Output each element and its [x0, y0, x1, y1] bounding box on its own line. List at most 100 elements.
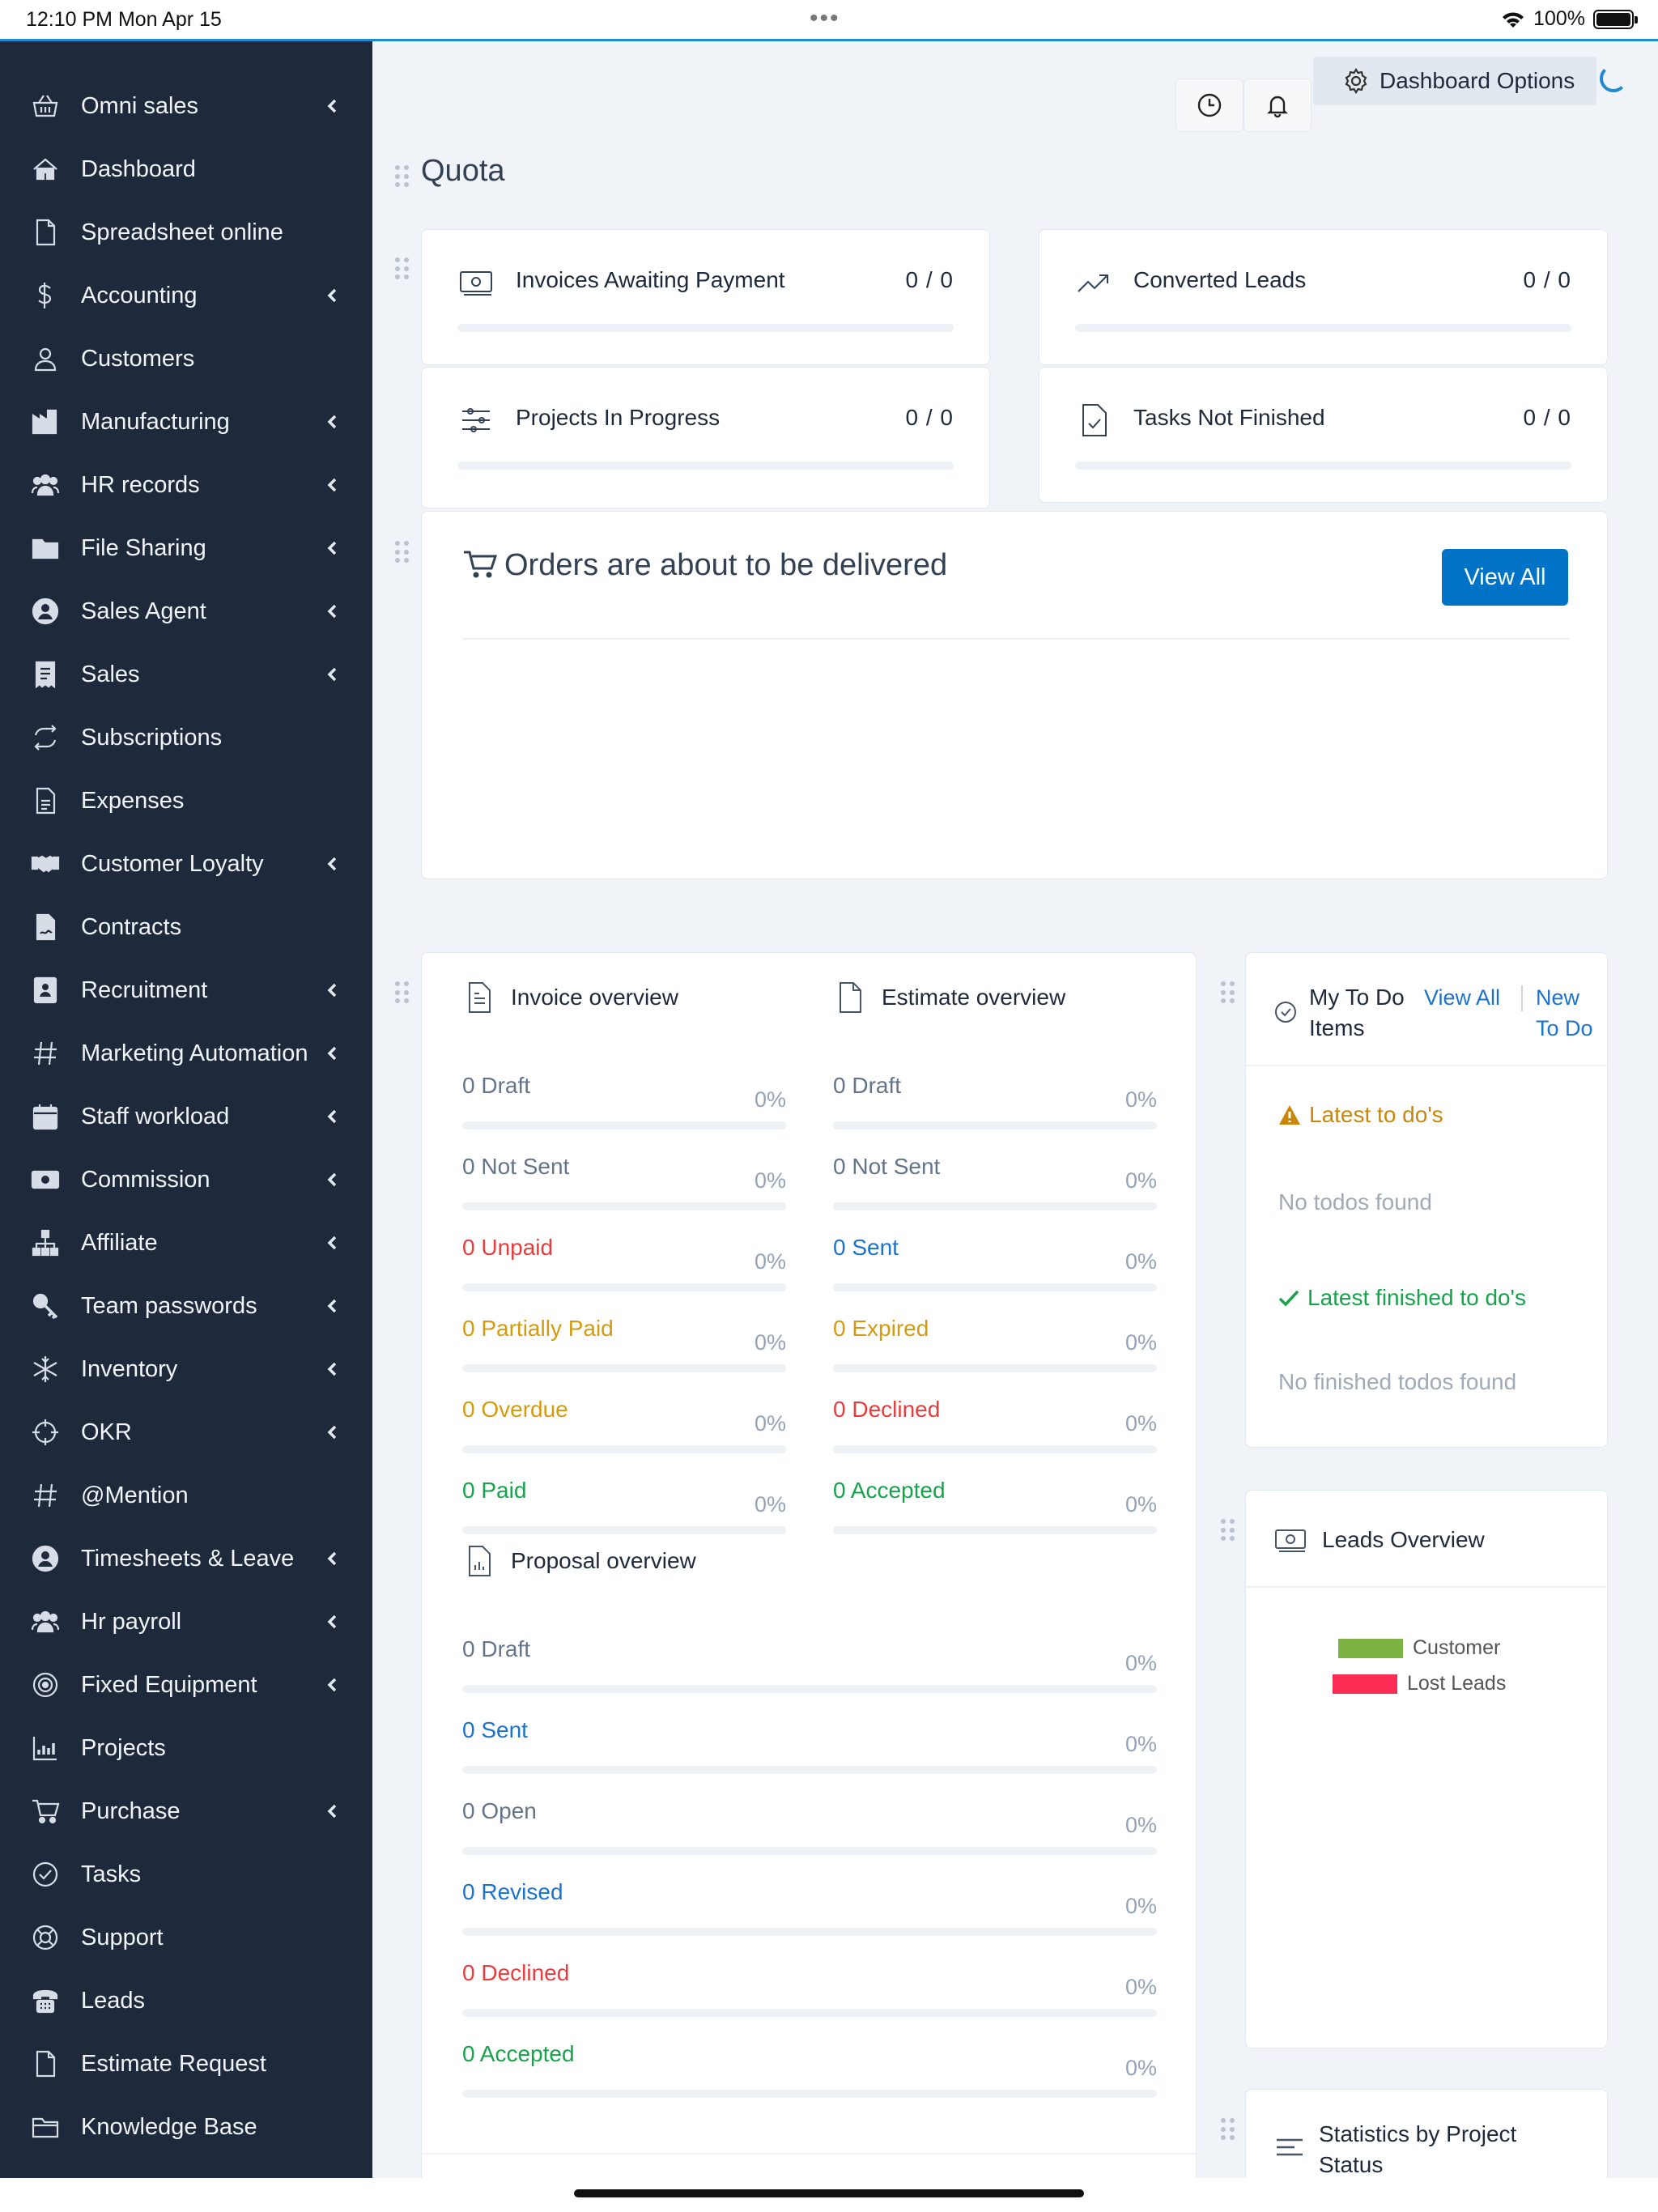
invoice-overview-row[interactable]: 0 Not Sent 0%: [462, 1154, 786, 1219]
invoice-overview-row[interactable]: 0 Unpaid 0%: [462, 1235, 786, 1300]
proposal-overview-row[interactable]: 0 Draft 0%: [462, 1636, 1157, 1701]
sidebar-item-sales-agent[interactable]: Sales Agent: [0, 580, 372, 643]
estimate-overview-row[interactable]: 0 Draft 0%: [833, 1073, 1157, 1138]
sidebar-item-file-sharing[interactable]: File Sharing: [0, 517, 372, 580]
sidebar-item-sales[interactable]: Sales: [0, 643, 372, 706]
sidebar-item-fixed-equipment[interactable]: Fixed Equipment: [0, 1653, 372, 1716]
quota-card-converted-leads[interactable]: Converted Leads 0 / 0: [1039, 229, 1608, 365]
chevron-left-icon[interactable]: [324, 981, 342, 999]
drag-handle-icon[interactable]: [1221, 2118, 1235, 2141]
chevron-left-icon[interactable]: [324, 1044, 342, 1062]
chevron-left-icon[interactable]: [324, 666, 342, 683]
chevron-left-icon[interactable]: [324, 1360, 342, 1378]
sidebar-item-customers[interactable]: Customers: [0, 327, 372, 390]
chevron-left-icon[interactable]: [324, 1676, 342, 1694]
quota-card-invoices[interactable]: Invoices Awaiting Payment 0 / 0: [421, 229, 990, 365]
chevron-left-icon[interactable]: [324, 1171, 342, 1189]
sidebar-item-recruitment[interactable]: Recruitment: [0, 959, 372, 1022]
home-indicator[interactable]: [574, 2189, 1084, 2197]
chevron-left-icon[interactable]: [324, 97, 342, 115]
dashboard-options-button[interactable]: Dashboard Options: [1313, 57, 1596, 105]
chevron-left-icon[interactable]: [324, 413, 342, 431]
legend-item[interactable]: Lost Leads: [1333, 1672, 1506, 1695]
sidebar-item-customer-loyalty[interactable]: Customer Loyalty: [0, 832, 372, 895]
basket-icon: [29, 90, 62, 122]
sidebar-item-mention[interactable]: @Mention: [0, 1464, 372, 1527]
chevron-left-icon[interactable]: [324, 1802, 342, 1820]
sidebar-item-leads[interactable]: Leads: [0, 1969, 372, 2032]
sidebar-item-staff-workload[interactable]: Staff workload: [0, 1085, 372, 1148]
sidebar-item-hr-records[interactable]: HR records: [0, 453, 372, 517]
status-count: 0 Paid: [462, 1478, 527, 1503]
chevron-left-icon[interactable]: [324, 1108, 342, 1125]
estimate-overview-row[interactable]: 0 Accepted 0%: [833, 1478, 1157, 1542]
legend-item[interactable]: Customer: [1338, 1636, 1500, 1660]
drag-handle-icon[interactable]: [395, 541, 410, 564]
todo-view-all-link[interactable]: View All: [1424, 982, 1513, 1013]
calendar-icon: [29, 1100, 62, 1133]
sidebar-item-affiliate[interactable]: Affiliate: [0, 1211, 372, 1274]
drag-handle-icon[interactable]: [395, 165, 410, 188]
sidebar-item-timesheets-leave[interactable]: Timesheets & Leave: [0, 1527, 372, 1590]
chevron-left-icon[interactable]: [324, 287, 342, 304]
sidebar-item-tasks[interactable]: Tasks: [0, 1843, 372, 1906]
sidebar-item-accounting[interactable]: Accounting: [0, 264, 372, 327]
estimate-overview-row[interactable]: 0 Expired 0%: [833, 1316, 1157, 1380]
chevron-left-icon[interactable]: [324, 1423, 342, 1441]
sidebar-item-subscriptions[interactable]: Subscriptions: [0, 706, 372, 769]
invoice-overview-row[interactable]: 0 Overdue 0%: [462, 1397, 786, 1461]
sitemap-icon: [29, 1227, 62, 1259]
new-todo-link[interactable]: New To Do: [1536, 982, 1607, 1044]
sidebar-item-manufacturing[interactable]: Manufacturing: [0, 390, 372, 453]
sidebar-item-dashboard[interactable]: Dashboard: [0, 138, 372, 201]
proposal-overview-row[interactable]: 0 Revised 0%: [462, 1879, 1157, 1944]
proposal-overview-row[interactable]: 0 Open 0%: [462, 1798, 1157, 1863]
sidebar-item-inventory[interactable]: Inventory: [0, 1338, 372, 1401]
sidebar-item-expenses[interactable]: Expenses: [0, 769, 372, 832]
sidebar-item-commission[interactable]: Commission: [0, 1148, 372, 1211]
drag-handle-icon[interactable]: [395, 257, 410, 280]
quota-card-projects[interactable]: Projects In Progress 0 / 0: [421, 367, 990, 508]
chevron-left-icon[interactable]: [324, 1297, 342, 1315]
invoice-overview-row[interactable]: 0 Draft 0%: [462, 1073, 786, 1138]
sidebar-item-contracts[interactable]: Contracts: [0, 895, 372, 959]
sidebar-item-label: Fixed Equipment: [81, 1671, 257, 1698]
sidebar-item-knowledge-base[interactable]: Knowledge Base: [0, 2095, 372, 2159]
estimate-overview-row[interactable]: 0 Sent 0%: [833, 1235, 1157, 1300]
sidebar-item-estimate-request[interactable]: Estimate Request: [0, 2032, 372, 2095]
sidebar-item-support[interactable]: Support: [0, 1906, 372, 1969]
chevron-left-icon[interactable]: [324, 476, 342, 494]
sidebar-item-spreadsheet-online[interactable]: Spreadsheet online: [0, 201, 372, 264]
sidebar-item-team-passwords[interactable]: Team passwords: [0, 1274, 372, 1338]
proposal-overview-row[interactable]: 0 Sent 0%: [462, 1717, 1157, 1782]
chevron-left-icon[interactable]: [324, 1234, 342, 1252]
sidebar-item-okr[interactable]: OKR: [0, 1401, 372, 1464]
sidebar-item-purchase[interactable]: Purchase: [0, 1780, 372, 1843]
quota-card-label: Tasks Not Finished: [1133, 405, 1325, 430]
estimate-overview-row[interactable]: 0 Not Sent 0%: [833, 1154, 1157, 1219]
estimate-overview-row[interactable]: 0 Declined 0%: [833, 1397, 1157, 1461]
chevron-left-icon[interactable]: [324, 602, 342, 620]
sidebar-item-projects[interactable]: Projects: [0, 1716, 372, 1780]
notifications-button[interactable]: [1244, 79, 1312, 132]
chevron-left-icon[interactable]: [324, 855, 342, 873]
quota-card-tasks[interactable]: Tasks Not Finished 0 / 0: [1039, 367, 1608, 503]
multitask-dots-icon[interactable]: •••: [810, 5, 840, 32]
status-progress-bar: [833, 1283, 1157, 1291]
drag-handle-icon[interactable]: [395, 981, 410, 1004]
chevron-left-icon[interactable]: [324, 1550, 342, 1568]
view-all-orders-button[interactable]: View All: [1442, 549, 1568, 606]
sidebar-item-omni-sales[interactable]: Omni sales: [0, 74, 372, 138]
drag-handle-icon[interactable]: [1221, 981, 1235, 1004]
sidebar-item-utilities[interactable]: Utilities: [0, 2159, 372, 2180]
proposal-overview-row[interactable]: 0 Accepted 0%: [462, 2041, 1157, 2106]
invoice-overview-row[interactable]: 0 Paid 0%: [462, 1478, 786, 1542]
drag-handle-icon[interactable]: [1221, 1519, 1235, 1542]
invoice-overview-row[interactable]: 0 Partially Paid 0%: [462, 1316, 786, 1380]
sidebar-item-marketing-automation[interactable]: Marketing Automation: [0, 1022, 372, 1085]
proposal-overview-row[interactable]: 0 Declined 0%: [462, 1960, 1157, 2025]
sidebar-item-hr-payroll[interactable]: Hr payroll: [0, 1590, 372, 1653]
chevron-left-icon[interactable]: [324, 1613, 342, 1631]
timer-button[interactable]: [1175, 79, 1244, 132]
chevron-left-icon[interactable]: [324, 539, 342, 557]
